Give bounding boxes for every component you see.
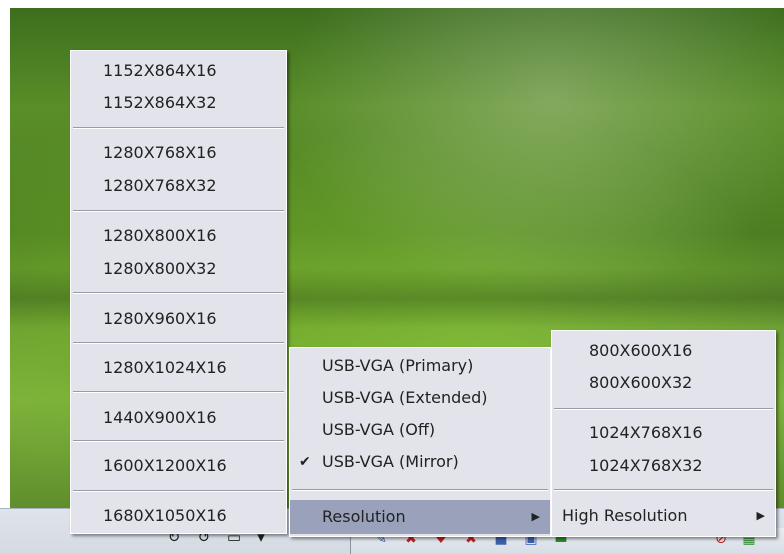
resolution-item-label: 1024X768X16 bbox=[589, 423, 703, 442]
menu-separator bbox=[73, 292, 284, 294]
resolution-item-label: 1680X1050X16 bbox=[103, 506, 227, 525]
resolution-item-label: 1280X1024X16 bbox=[103, 358, 227, 377]
resolution-item[interactable]: 1152X864X32 bbox=[71, 88, 286, 118]
submenu-arrow-icon: ▶ bbox=[531, 510, 540, 523]
usb-vga-menu: USB-VGA (Primary) USB-VGA (Extended) USB… bbox=[289, 347, 551, 537]
resolution-item[interactable]: 1280X768X32 bbox=[71, 171, 286, 201]
resolution-list-menu: 1152X864X16 1152X864X32 1280X768X16 1280… bbox=[70, 50, 287, 534]
menu-separator bbox=[292, 489, 548, 491]
menu-item-resolution[interactable]: Resolution ▶ bbox=[290, 500, 550, 534]
resolution-item-label: 1280X800X16 bbox=[103, 226, 217, 245]
menu-item-high-resolution[interactable]: High Resolution ▶ bbox=[552, 501, 775, 531]
menu-item-extended[interactable]: USB-VGA (Extended) bbox=[290, 383, 550, 413]
resolution-item[interactable]: 1680X1050X16 bbox=[71, 501, 286, 531]
resolution-item[interactable]: 800X600X32 bbox=[552, 368, 775, 398]
resolution-item[interactable]: 1280X768X16 bbox=[71, 138, 286, 168]
resolution-item[interactable]: 1280X960X16 bbox=[71, 304, 286, 334]
resolution-item-label: 1280X768X32 bbox=[103, 176, 217, 195]
resolution-item-label: 1280X800X32 bbox=[103, 259, 217, 278]
submenu-arrow-icon: ▶ bbox=[756, 509, 765, 522]
menu-item-label: Resolution bbox=[322, 507, 406, 526]
menu-separator bbox=[73, 490, 284, 492]
menu-item-off[interactable]: USB-VGA (Off) bbox=[290, 415, 550, 445]
resolution-item[interactable]: 1152X864X16 bbox=[71, 56, 286, 86]
resolution-item[interactable]: 800X600X16 bbox=[552, 336, 775, 366]
resolution-item-label: 1024X768X32 bbox=[589, 456, 703, 475]
menu-item-label: USB-VGA (Primary) bbox=[322, 356, 474, 375]
resolution-item-label: 800X600X16 bbox=[589, 341, 693, 360]
resolution-item[interactable]: 1440X900X16 bbox=[71, 403, 286, 433]
resolution-item[interactable]: 1280X800X32 bbox=[71, 254, 286, 284]
menu-separator bbox=[73, 127, 284, 129]
menu-separator bbox=[73, 210, 284, 212]
resolution-item[interactable]: 1280X800X16 bbox=[71, 221, 286, 251]
menu-separator bbox=[73, 342, 284, 344]
resolution-item[interactable]: 1024X768X32 bbox=[552, 451, 775, 481]
resolution-item-label: 800X600X32 bbox=[589, 373, 693, 392]
menu-separator bbox=[554, 489, 773, 491]
resolution-item[interactable]: 1024X768X16 bbox=[552, 418, 775, 448]
check-icon: ✔ bbox=[299, 454, 311, 470]
menu-item-label: USB-VGA (Off) bbox=[322, 420, 436, 439]
resolution-item-label: 1440X900X16 bbox=[103, 408, 217, 427]
menu-item-label: High Resolution bbox=[562, 506, 688, 525]
resolution-item-label: 1152X864X32 bbox=[103, 93, 217, 112]
menu-separator bbox=[554, 408, 773, 410]
menu-item-label: USB-VGA (Mirror) bbox=[322, 452, 459, 471]
resolution-item-label: 1152X864X16 bbox=[103, 61, 217, 80]
menu-item-label: USB-VGA (Extended) bbox=[322, 388, 488, 407]
standard-resolution-menu: 800X600X16 800X600X32 1024X768X16 1024X7… bbox=[551, 330, 776, 537]
resolution-item-label: 1280X960X16 bbox=[103, 309, 217, 328]
resolution-item-label: 1280X768X16 bbox=[103, 143, 217, 162]
menu-item-primary[interactable]: USB-VGA (Primary) bbox=[290, 351, 550, 381]
resolution-item[interactable]: 1280X1024X16 bbox=[71, 353, 286, 383]
menu-separator bbox=[73, 440, 284, 442]
resolution-item-label: 1600X1200X16 bbox=[103, 456, 227, 475]
menu-item-mirror[interactable]: ✔ USB-VGA (Mirror) bbox=[290, 447, 550, 477]
resolution-item[interactable]: 1600X1200X16 bbox=[71, 451, 286, 481]
menu-separator bbox=[73, 391, 284, 393]
